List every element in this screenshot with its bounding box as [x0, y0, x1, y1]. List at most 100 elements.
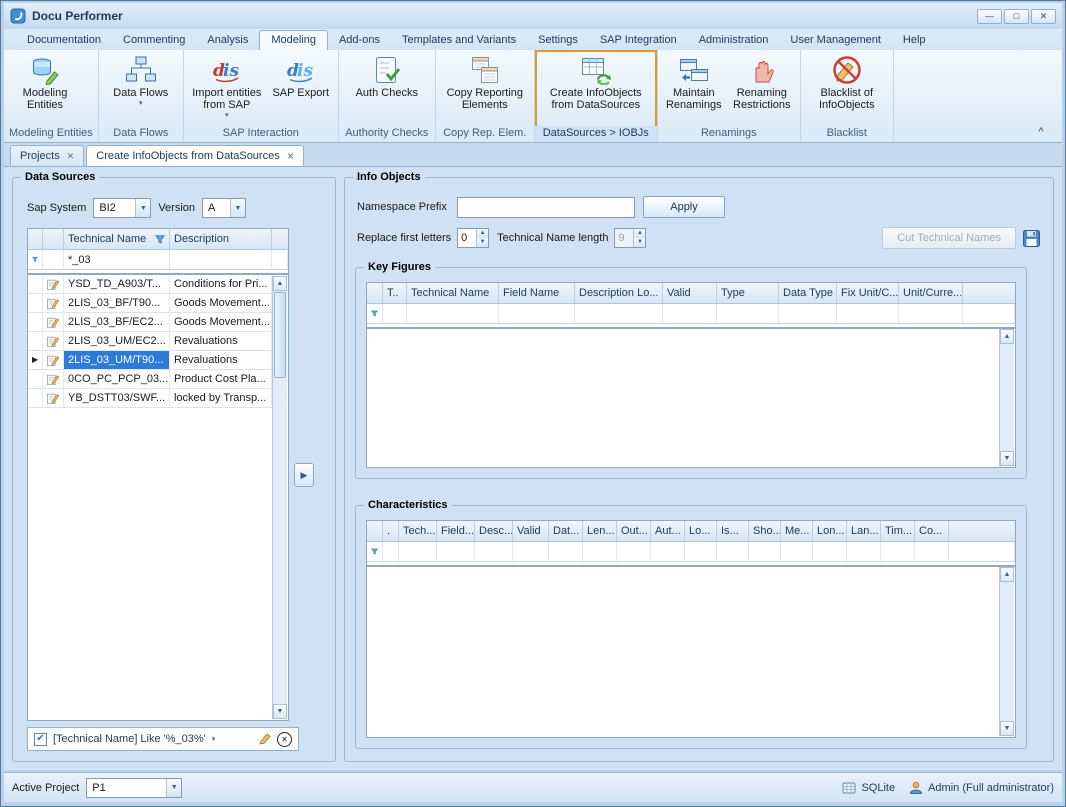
maximize-button[interactable]: □ — [1004, 9, 1029, 24]
create-infoobjects-from-datasources-button[interactable]: Create InfoObjects from DataSources — [538, 52, 654, 126]
apply-button[interactable]: Apply — [643, 196, 725, 218]
technical-name-column-header[interactable]: Technical Name — [64, 229, 170, 249]
replace-first-letters-spinner[interactable]: 0 ▲▼ — [457, 228, 489, 248]
table-row[interactable]: 2LIS_03_UM/EC2... Revaluations — [28, 332, 288, 351]
column-header[interactable]: Co... — [915, 521, 949, 541]
column-header[interactable]: Technical Name — [407, 283, 499, 303]
column-header[interactable]: . — [383, 521, 399, 541]
modeling-entities-button[interactable]: Modeling Entities — [7, 52, 83, 126]
menu-tab-user-management[interactable]: User Management — [779, 31, 892, 50]
data-flows-button[interactable]: Data Flows ▾ — [102, 52, 180, 126]
filter-expression-text[interactable]: [Technical Name] Like '%_03%' — [53, 733, 206, 745]
copy-reporting-elements-button[interactable]: Copy Reporting Elements — [439, 52, 531, 126]
vertical-scrollbar[interactable]: ▲ ▼ — [999, 329, 1014, 466]
cell-technical-name[interactable]: YB_DSTT03/SWF... — [64, 389, 170, 407]
spin-up-icon[interactable]: ▲ — [477, 229, 488, 238]
column-header[interactable]: Aut... — [651, 521, 685, 541]
column-header[interactable]: Description Lo... — [575, 283, 663, 303]
table-row[interactable]: 2LIS_03_BF/EC2... Goods Movement... — [28, 313, 288, 332]
description-filter-cell[interactable] — [170, 250, 272, 269]
column-header[interactable]: Me... — [781, 521, 813, 541]
minimize-button[interactable]: — — [977, 9, 1002, 24]
column-header[interactable]: T.. — [383, 283, 407, 303]
column-header[interactable]: Type — [717, 283, 779, 303]
import-entities-from-sap-button[interactable]: dis Import entities from SAP ▾ — [187, 52, 267, 126]
scrollbar-thumb[interactable] — [274, 292, 286, 378]
vertical-scrollbar[interactable]: ▲ ▼ — [272, 276, 287, 719]
technical-name-filter-cell[interactable]: *_03 — [64, 250, 170, 269]
column-header[interactable]: Fix Unit/C... — [837, 283, 899, 303]
cell-description[interactable]: locked by Transp... — [170, 389, 272, 407]
column-header[interactable]: Lan... — [847, 521, 881, 541]
table-row[interactable]: YB_DSTT03/SWF... locked by Transp... — [28, 389, 288, 408]
menu-tab-commenting[interactable]: Commenting — [112, 31, 196, 50]
table-row[interactable]: 0CO_PC_PCP_03... Product Cost Pla... — [28, 370, 288, 389]
cell-description[interactable]: Revaluations — [170, 332, 272, 350]
cell-description[interactable]: Goods Movement... — [170, 313, 272, 331]
menu-tab-add-ons[interactable]: Add-ons — [328, 31, 391, 50]
active-project-combo[interactable]: P1 ▼ — [86, 778, 182, 798]
close-button[interactable]: ✕ — [1031, 9, 1056, 24]
column-header[interactable]: Valid — [513, 521, 549, 541]
user-indicator[interactable]: Admin (Full administrator) — [909, 781, 1054, 795]
filter-enabled-checkbox[interactable]: ✔ — [34, 733, 47, 746]
clear-filter-icon[interactable]: ✕ — [277, 732, 292, 747]
column-header[interactable]: Dat... — [549, 521, 583, 541]
column-header[interactable]: Desc... — [475, 521, 513, 541]
scroll-up-icon[interactable]: ▲ — [1000, 329, 1014, 344]
vertical-scrollbar[interactable]: ▲ ▼ — [999, 567, 1014, 736]
version-combo[interactable]: A ▼ — [202, 198, 246, 218]
column-header[interactable]: Valid — [663, 283, 717, 303]
cell-technical-name[interactable]: 2LIS_03_UM/EC2... — [64, 332, 170, 350]
scroll-down-icon[interactable]: ▼ — [1000, 451, 1014, 466]
scroll-up-icon[interactable]: ▲ — [1000, 567, 1014, 582]
cell-description[interactable]: Product Cost Pla... — [170, 370, 272, 388]
menu-tab-administration[interactable]: Administration — [688, 31, 780, 50]
column-header[interactable]: Lon... — [813, 521, 847, 541]
filter-funnel-icon[interactable] — [155, 235, 165, 244]
column-header[interactable]: Sho... — [749, 521, 781, 541]
description-column-header[interactable]: Description — [170, 229, 272, 249]
column-header[interactable]: Len... — [583, 521, 617, 541]
table-row-selected[interactable]: ▶ 2LIS_03_UM/T90... Revaluations — [28, 351, 288, 370]
spin-down-icon[interactable]: ▼ — [477, 238, 488, 247]
column-header[interactable]: Data Type — [779, 283, 837, 303]
scroll-up-icon[interactable]: ▲ — [273, 276, 287, 291]
cell-technical-name[interactable]: 2LIS_03_BF/EC2... — [64, 313, 170, 331]
menu-tab-modeling[interactable]: Modeling — [259, 30, 328, 50]
tab-close-icon[interactable]: ✕ — [67, 152, 75, 161]
column-header[interactable]: Unit/Curre... — [899, 283, 963, 303]
column-header[interactable]: Out... — [617, 521, 651, 541]
tab-projects[interactable]: Projects ✕ — [10, 145, 84, 166]
menu-tab-documentation[interactable]: Documentation — [16, 31, 112, 50]
menu-tab-help[interactable]: Help — [892, 31, 937, 50]
cell-description[interactable]: Goods Movement... — [170, 294, 272, 312]
cell-technical-name[interactable]: 2LIS_03_UM/T90... — [64, 351, 170, 369]
tab-close-icon[interactable]: ✕ — [287, 152, 295, 161]
menu-tab-sap-integration[interactable]: SAP Integration — [589, 31, 688, 50]
move-right-button[interactable]: ▶ — [294, 463, 314, 487]
database-indicator[interactable]: SQLite — [842, 781, 895, 795]
menu-tab-analysis[interactable]: Analysis — [196, 31, 259, 50]
cell-technical-name[interactable]: YSD_TD_A903/T... — [64, 275, 170, 293]
scroll-down-icon[interactable]: ▼ — [1000, 721, 1014, 736]
filter-funnel-icon[interactable] — [367, 542, 383, 561]
cell-description[interactable]: Revaluations — [170, 351, 272, 369]
filter-funnel-icon[interactable] — [28, 250, 43, 269]
maintain-renamings-button[interactable]: Maintain Renamings — [661, 52, 727, 126]
cell-technical-name[interactable]: 2LIS_03_BF/T90... — [64, 294, 170, 312]
column-header[interactable]: Tech... — [399, 521, 437, 541]
menu-tab-settings[interactable]: Settings — [527, 31, 589, 50]
scroll-down-icon[interactable]: ▼ — [273, 704, 287, 719]
column-header[interactable]: Field... — [437, 521, 475, 541]
chevron-down-icon[interactable]: ▼ — [230, 199, 245, 217]
edit-filter-icon[interactable] — [258, 733, 271, 746]
column-header[interactable]: Tim... — [881, 521, 915, 541]
chevron-down-icon[interactable]: ▼ — [135, 199, 150, 217]
table-row[interactable]: YSD_TD_A903/T... Conditions for Pri... — [28, 275, 288, 294]
renaming-restrictions-button[interactable]: Renaming Restrictions — [727, 52, 797, 126]
namespace-prefix-input[interactable] — [457, 197, 635, 218]
sap-export-button[interactable]: dis SAP Export — [267, 52, 335, 126]
tab-create-infoobjects-from-datasources[interactable]: Create InfoObjects from DataSources ✕ — [86, 145, 304, 166]
cell-description[interactable]: Conditions for Pri... — [170, 275, 272, 293]
